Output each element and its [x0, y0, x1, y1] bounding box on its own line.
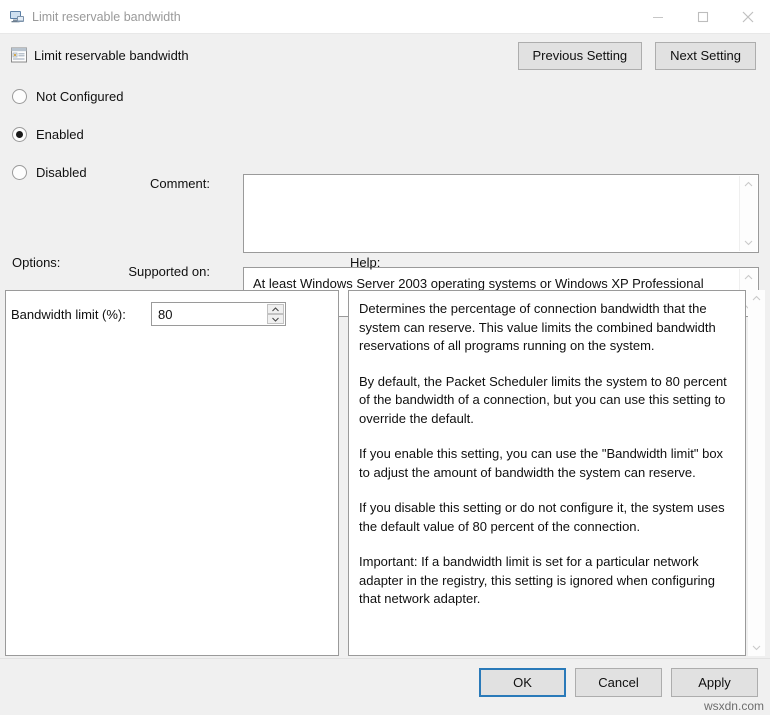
- supported-on-label: Supported on:: [128, 264, 210, 279]
- ok-button[interactable]: OK: [479, 668, 566, 697]
- help-paragraph: If you disable this setting or do not co…: [359, 500, 725, 534]
- radio-enabled[interactable]: Enabled: [12, 119, 123, 149]
- close-icon: [742, 11, 753, 22]
- minimize-button[interactable]: [635, 0, 680, 33]
- bandwidth-limit-label: Bandwidth limit (%):: [11, 306, 126, 322]
- radio-mark-enabled: [12, 126, 27, 142]
- chevron-up-icon: [272, 306, 279, 311]
- help-paragraph: Important: If a bandwidth limit is set f…: [359, 554, 716, 606]
- scroll-up-icon[interactable]: [740, 269, 757, 286]
- setting-nav-buttons: Previous Setting Next Setting: [517, 42, 756, 70]
- bandwidth-limit-row: Bandwidth limit (%): 80: [11, 302, 286, 326]
- stepper-buttons: [267, 304, 284, 324]
- window-controls: [635, 0, 770, 33]
- computer-icon: [10, 10, 24, 22]
- cancel-button[interactable]: Cancel: [575, 668, 662, 697]
- dialog-footer: OK Cancel Apply wsxdn.com: [0, 658, 770, 715]
- radio-not-configured[interactable]: Not Configured: [12, 81, 123, 111]
- comment-scrollbar[interactable]: [739, 176, 757, 251]
- window-titlebar: Limit reservable bandwidth: [0, 0, 770, 34]
- comment-value: [244, 175, 758, 189]
- options-label: Options:: [12, 255, 61, 270]
- stepper-up-button[interactable]: [267, 304, 284, 314]
- help-paragraph: Determines the percentage of connection …: [359, 301, 716, 353]
- setting-header: Limit reservable bandwidth Previous Sett…: [0, 34, 770, 79]
- comment-textarea[interactable]: [243, 174, 759, 253]
- setting-title: Limit reservable bandwidth: [34, 48, 189, 63]
- apply-button[interactable]: Apply: [671, 668, 758, 697]
- scroll-down-icon[interactable]: [748, 639, 765, 656]
- help-panel: Determines the percentage of connection …: [348, 290, 746, 656]
- radio-label-not-configured: Not Configured: [36, 88, 124, 104]
- help-text: Determines the percentage of connection …: [349, 291, 745, 618]
- scroll-down-icon[interactable]: [740, 234, 757, 251]
- policy-setting-icon: [11, 47, 27, 63]
- radio-label-disabled: Disabled: [36, 164, 87, 180]
- window-title: Limit reservable bandwidth: [32, 9, 181, 24]
- watermark: wsxdn.com: [703, 699, 764, 713]
- minimize-icon: [652, 16, 663, 18]
- help-paragraph: If you enable this setting, you can use …: [359, 446, 724, 480]
- close-button[interactable]: [725, 0, 770, 33]
- help-label: Help:: [350, 255, 381, 270]
- footer-buttons: OK Cancel Apply: [479, 668, 758, 697]
- scroll-up-icon[interactable]: [748, 290, 765, 307]
- bandwidth-limit-value: 80: [158, 306, 173, 322]
- scroll-up-icon[interactable]: [740, 176, 757, 193]
- radio-label-enabled: Enabled: [36, 126, 84, 142]
- radio-mark-disabled: [12, 164, 27, 180]
- help-scrollbar[interactable]: [748, 290, 765, 656]
- chevron-down-icon: [272, 317, 279, 322]
- comment-label: Comment:: [150, 176, 210, 191]
- bandwidth-limit-stepper[interactable]: 80: [151, 302, 286, 326]
- maximize-icon: [697, 11, 708, 22]
- options-panel: Bandwidth limit (%): 80: [5, 290, 339, 656]
- state-and-metadata-area: Not Configured Enabled Disabled Comment:…: [0, 79, 770, 317]
- help-paragraph: By default, the Packet Scheduler limits …: [359, 373, 727, 426]
- previous-setting-button[interactable]: Previous Setting: [517, 42, 643, 70]
- radio-mark-not-configured: [12, 88, 27, 104]
- next-setting-button[interactable]: Next Setting: [655, 42, 756, 70]
- stepper-down-button[interactable]: [267, 314, 284, 324]
- maximize-button[interactable]: [680, 0, 725, 33]
